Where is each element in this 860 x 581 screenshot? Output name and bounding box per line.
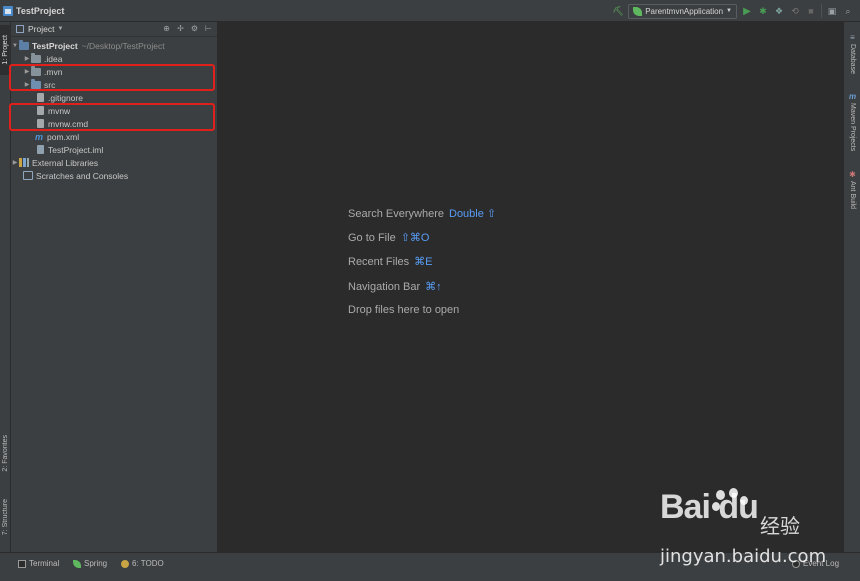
libraries-icon — [19, 158, 29, 167]
project-view-icon — [16, 25, 24, 33]
hint-shortcut: ⇧⌘O — [400, 232, 430, 244]
search-icon[interactable]: ⌕ — [842, 5, 854, 17]
tree-row-pom[interactable]: m pom.xml — [35, 130, 79, 143]
hint-shortcut: ⌘E — [414, 256, 433, 268]
folder-icon — [19, 39, 29, 50]
tree-label: .gitignore — [48, 92, 83, 103]
tab-database[interactable]: ≡ Database — [844, 28, 860, 78]
chevron-down-icon: ▼ — [57, 26, 64, 32]
spring-icon — [73, 559, 81, 568]
root-path: ~/Desktop/TestProject — [81, 40, 165, 51]
tree-label: Scratches and Consoles — [36, 170, 129, 181]
watermark-url: jingyan.baidu.com — [660, 546, 827, 567]
root-name: TestProject — [32, 40, 78, 51]
hint-shortcut: Double ⇧ — [449, 208, 497, 220]
tab-ant-build[interactable]: ✱ Ant Build — [844, 168, 860, 212]
locate-icon[interactable]: ⊕ — [162, 24, 171, 34]
chevron-down-icon: ▼ — [726, 8, 732, 14]
hint-shortcut: ⌘↑ — [425, 281, 442, 293]
database-icon: ≡ — [850, 32, 855, 42]
tree-row-scratches[interactable]: Scratches and Consoles — [23, 169, 128, 182]
panel-tools: ⊕ ✢ ⚙ ⊢ — [162, 24, 213, 34]
folder-icon — [31, 52, 41, 63]
project-structure-icon[interactable]: ▣ — [826, 5, 838, 17]
window-title: TestProject — [16, 5, 65, 16]
project-view-label: Project — [28, 24, 55, 34]
hint-recent-files: Recent Files ⌘E — [348, 255, 432, 268]
baidu-watermark: Bai du 经验 jingyan.baidu.com — [660, 488, 840, 573]
tab-project-label: 1: Project — [2, 35, 9, 65]
highlight-box-folders — [9, 64, 215, 91]
tab-database-label: Database — [849, 43, 856, 74]
maven-icon: m — [848, 92, 857, 102]
hint-label: Search Everywhere — [348, 208, 444, 220]
terminal-icon — [18, 559, 26, 568]
tab-favorites-label: 2: Favorites — [2, 434, 9, 472]
tab-structure-label: 7: Structure — [2, 498, 9, 536]
tree-row-external-libraries[interactable]: ▶ External Libraries — [11, 156, 98, 169]
paw-icon — [712, 488, 752, 528]
tree-label: pom.xml — [47, 131, 80, 142]
run-config-selector[interactable]: ParentmvnApplication ▼ — [628, 3, 737, 19]
tree-label: TestProject.iml — [48, 144, 104, 155]
file-icon — [37, 93, 44, 102]
title-bar: TestProject ⛏ ParentmvnApplication ▼ ▶ ✱… — [0, 0, 860, 22]
build-hammer-icon[interactable]: ⛏ — [612, 5, 624, 17]
highlight-box-wrapper-files — [9, 103, 215, 131]
status-bar — [0, 572, 860, 581]
toolbar-separator — [821, 4, 822, 18]
expand-arrow-icon[interactable]: ▼ — [11, 43, 19, 49]
gear-icon[interactable]: ⚙ — [190, 24, 199, 34]
tab-maven-projects[interactable]: m Maven Projects — [844, 88, 860, 156]
maven-icon: m — [35, 131, 44, 142]
tab-terminal-label: Terminal — [29, 559, 60, 568]
run-config-label: ParentmvnApplication — [645, 6, 724, 16]
project-icon — [3, 5, 13, 16]
expand-arrow-icon[interactable]: ▶ — [23, 55, 31, 62]
tab-ant-label: Ant Build — [849, 181, 856, 210]
editor-area[interactable]: Search Everywhere Double ⇧ Go to File ⇧⌘O … — [219, 22, 842, 552]
hint-label: Recent Files — [348, 256, 410, 268]
tree-label: External Libraries — [32, 157, 99, 168]
profile-icon[interactable]: ⟲ — [789, 5, 801, 17]
tab-spring[interactable]: Spring — [73, 557, 107, 570]
stop-icon[interactable]: ■ — [805, 5, 817, 17]
tab-maven-label: Maven Projects — [849, 103, 856, 152]
ant-icon: ✱ — [849, 170, 856, 180]
hint-drop-files: Drop files here to open — [348, 304, 459, 316]
tab-favorites[interactable]: 2: Favorites — [0, 424, 11, 482]
watermark-cn: 经验 — [760, 514, 800, 538]
tree-row-iml[interactable]: TestProject.iml — [37, 143, 103, 156]
spring-icon — [633, 6, 643, 16]
tab-todo-label: 6: TODO — [132, 559, 164, 568]
project-view-selector[interactable]: Project ▼ ⊕ ✢ ⚙ ⊢ — [11, 22, 217, 37]
module-file-icon — [37, 145, 44, 154]
main-toolbar: ⛏ ParentmvnApplication ▼ ▶ ✱ ❖ ⟲ ■ ▣ ⌕ — [612, 3, 854, 19]
debug-icon[interactable]: ✱ — [757, 5, 769, 17]
hint-go-to-file: Go to File ⇧⌘O — [348, 231, 429, 244]
expand-arrow-icon[interactable]: ▶ — [11, 159, 19, 166]
scratches-icon — [23, 171, 33, 180]
hint-label: Drop files here to open — [348, 304, 460, 316]
tab-spring-label: Spring — [84, 559, 108, 568]
hint-label: Navigation Bar — [348, 281, 421, 293]
tab-structure[interactable]: 7: Structure — [0, 488, 11, 546]
right-tool-strip: ≡ Database m Maven Projects ✱ Ant Build — [843, 22, 860, 552]
left-tool-strip: 1: Project 2: Favorites 7: Structure — [0, 22, 11, 552]
hint-navigation-bar: Navigation Bar ⌘↑ — [348, 280, 442, 293]
coverage-icon[interactable]: ❖ — [773, 5, 785, 17]
tree-label: .idea — [44, 53, 63, 64]
run-icon[interactable]: ▶ — [741, 5, 753, 17]
todo-icon — [121, 559, 129, 568]
hint-search-everywhere: Search Everywhere Double ⇧ — [348, 207, 496, 220]
tree-row-root[interactable]: ▼ TestProject ~/Desktop/TestProject — [11, 39, 165, 52]
hide-icon[interactable]: ⊢ — [204, 24, 213, 34]
hint-label: Go to File — [348, 232, 396, 244]
tab-terminal[interactable]: Terminal — [18, 557, 59, 570]
tab-todo[interactable]: 6: TODO — [121, 557, 164, 570]
project-panel: Project ▼ ⊕ ✢ ⚙ ⊢ ▼ TestProject ~/Deskto… — [9, 22, 218, 552]
collapse-icon[interactable]: ✢ — [176, 24, 185, 34]
